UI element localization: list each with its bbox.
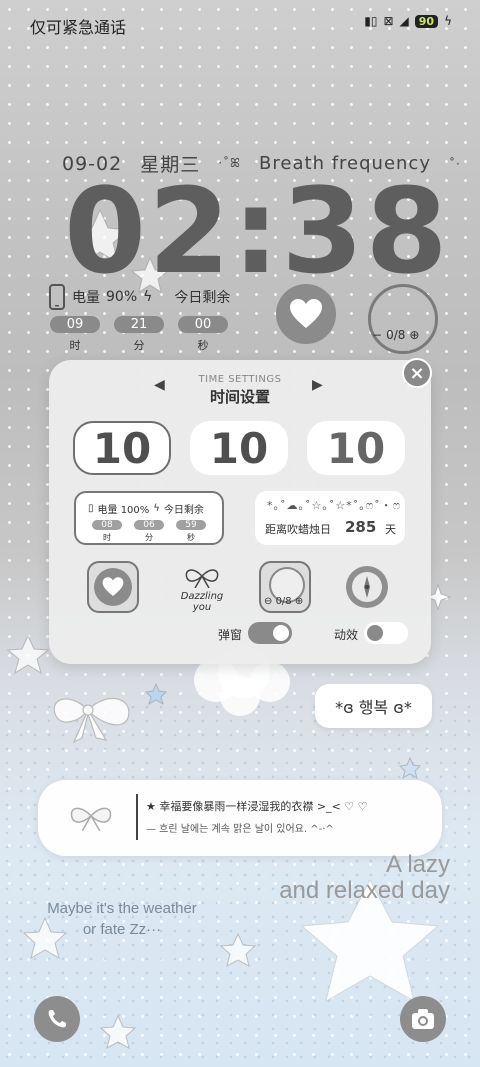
seconds-label: 秒 [197, 339, 209, 352]
popup-toggle-label: 弹窗 [218, 628, 243, 642]
phone-shortcut-button[interactable] [34, 996, 80, 1042]
compass-icon [352, 572, 382, 602]
weather-line-1: Maybe it's the weather [47, 900, 197, 917]
lazy-line-2: and relaxed day [279, 877, 450, 905]
sparkle-icon: ˚· [448, 156, 461, 171]
heart-button[interactable] [276, 284, 336, 344]
water-cup-widget[interactable] [368, 284, 438, 354]
panel-subtitle: TIME SETTINGS [198, 374, 282, 385]
weather-text: Maybe it's the weather or fate Zz··· [32, 898, 212, 940]
water-counter: − 0/8 ⊕ [372, 328, 419, 342]
countdown-unit: 天 [385, 523, 396, 536]
quote-card: ★ 幸福要像暴雨一样浸湿我的衣襟 >_< ♡ ♡ — 흐린 날에는 계속 맑은 … [38, 780, 442, 856]
preview-minutes-label: 分 [145, 533, 153, 542]
preview-minutes: 06 分 [134, 520, 164, 543]
hours-value: 09 [50, 316, 100, 333]
minutes-label: 分 [133, 339, 145, 352]
bow-text: Dazzling you [180, 591, 224, 613]
remaining-time: 09 时 21 分 00 秒 [50, 316, 228, 353]
heart-icon-bg [94, 568, 132, 606]
signal-icon: ◢ [399, 14, 409, 28]
animation-toggle[interactable] [364, 622, 408, 644]
preview-seconds-label: 秒 [187, 533, 195, 542]
nfc-icon: ⊠ [383, 14, 394, 28]
seconds-pill: 00 秒 [178, 316, 228, 353]
heart-style-option[interactable] [87, 561, 139, 613]
lazy-day-text: A lazy and relaxed day [279, 851, 450, 905]
minutes-value: 21 [114, 316, 164, 333]
preview-hours-value: 08 [92, 520, 122, 530]
seconds-value: 00 [178, 316, 228, 333]
preview-counter-value: 0/8 [275, 596, 292, 607]
preview-battery-text: 电量 100% [97, 505, 150, 516]
camera-icon [412, 1009, 434, 1029]
preview-counter: ⊖ 0/8 ⊕ [264, 596, 304, 607]
weather-line-2: or fate Zz··· [82, 921, 162, 938]
panel-title: 时间设置 [209, 388, 270, 406]
preview-hours: 08 时 [92, 520, 122, 543]
close-button[interactable]: × [402, 358, 432, 388]
vibrate-icon: ▮▯ [364, 14, 378, 28]
time-option-2[interactable]: 10 [190, 421, 288, 475]
quote-line-1: ★ 幸福要像暴雨一样浸湿我的衣襟 >_< ♡ ♡ [146, 800, 368, 813]
bow-icon [70, 807, 112, 832]
preview-hours-label: 时 [103, 533, 111, 542]
preview-remain-label: 今日剩余 [163, 505, 204, 516]
minutes-pill: 21 分 [114, 316, 164, 353]
happiness-bubble: *ɞ 행복 ɞ* [315, 684, 432, 728]
next-arrow-icon[interactable]: ▶ [312, 377, 323, 393]
compass-style-option[interactable] [346, 566, 388, 608]
prev-arrow-icon[interactable]: ◀ [154, 377, 165, 393]
countdown-days: 285 [345, 518, 377, 536]
lazy-line-1: A lazy [385, 851, 450, 878]
heart-icon [102, 577, 124, 597]
quote-line-2: — 흐린 날에는 계속 맑은 날이 있어요. ^-·^ [146, 824, 334, 835]
hours-label: 时 [69, 339, 81, 352]
emergency-call-text: 仅可紧急通话 [30, 18, 127, 37]
time-option-3[interactable]: 10 [307, 421, 405, 475]
water-count: 0/8 [386, 328, 406, 342]
battery-label: 电量 [72, 290, 100, 306]
status-icons: ▮▯ ⊠ ◢ 90 ϟ [364, 14, 452, 28]
charging-icon: ϟ [444, 14, 452, 28]
minus-icon[interactable]: − [372, 328, 382, 342]
bow-style-option[interactable]: Dazzling you [172, 566, 232, 613]
battery-style-preview[interactable]: ▯ 电量 100% ϟ 今日剩余 08 时 06 分 59 秒 [74, 491, 224, 545]
lockscreen-clock: 02:38 [64, 162, 450, 300]
charging-icon: ϟ [153, 503, 160, 514]
close-icon: × [409, 362, 425, 384]
camera-shortcut-button[interactable] [400, 996, 446, 1042]
bow-icon [185, 569, 219, 589]
heart-icon [290, 299, 322, 328]
preview-battery-row: ▯ 电量 100% ϟ 今日剩余 [88, 501, 204, 516]
phone-icon [48, 1010, 66, 1028]
card-divider [136, 794, 138, 840]
hours-pill: 09 时 [50, 316, 100, 353]
battery-percent: 90% [106, 289, 138, 305]
preview-seconds-value: 59 [176, 520, 206, 530]
preview-pills: 08 时 06 分 59 秒 [92, 520, 206, 543]
phone-icon: ▯ [88, 503, 94, 514]
popup-toggle[interactable] [248, 622, 292, 644]
phone-icon [49, 284, 65, 310]
time-option-1[interactable]: 10 [73, 421, 171, 475]
preview-seconds: 59 秒 [176, 520, 206, 543]
preview-minutes-value: 06 [134, 520, 164, 530]
countdown-style-preview[interactable]: *｡˚☁︎｡˚☆｡˚☆*˚｡ෆ˚・ෆ 距离吹蜡烛日 285 天 [255, 491, 405, 545]
toggle-knob [273, 625, 289, 641]
water-style-option[interactable]: ⊖ 0/8 ⊕ [259, 561, 311, 613]
charging-icon: ϟ [143, 289, 153, 305]
countdown-decoration: *｡˚☁︎｡˚☆｡˚☆*˚｡ෆ˚・ෆ [267, 499, 402, 512]
countdown-label: 距离吹蜡烛日 [265, 523, 331, 536]
battery-widget: 电量 90% ϟ 今日剩余 [48, 284, 230, 310]
animation-toggle-label: 动效 [334, 628, 359, 642]
plus-icon[interactable]: ⊕ [409, 328, 419, 342]
remaining-label: 今日剩余 [174, 290, 231, 306]
toggle-knob [367, 625, 383, 641]
battery-indicator: 90 [414, 14, 439, 28]
